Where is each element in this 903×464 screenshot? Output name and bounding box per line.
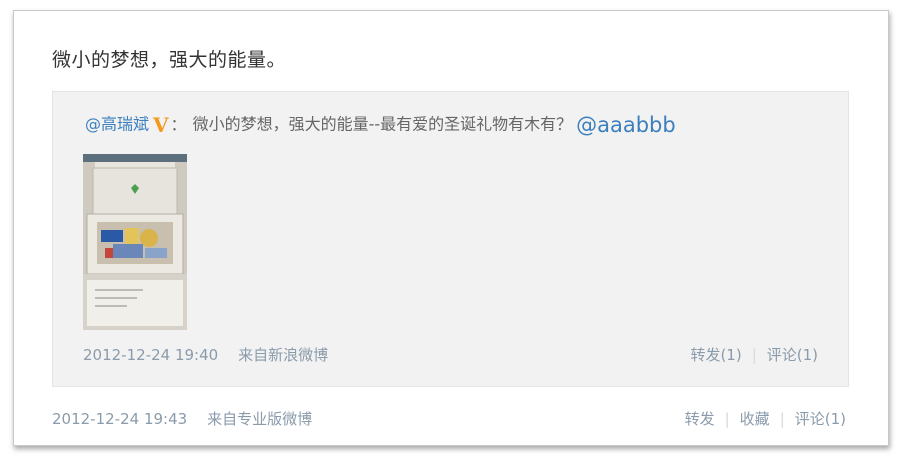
repost-content-line: @高瑞斌 V：微小的梦想，强大的能量--最有爱的圣诞礼物有木有？ @aaabbb (85, 112, 676, 137)
action-divider: | (724, 410, 730, 428)
repost-text: 微小的梦想，强大的能量--最有爱的圣诞礼物有木有？ (192, 114, 573, 134)
post-actions: 转发 | 收藏 | 评论(1) (685, 408, 846, 429)
repost-actions: 转发(1) | 评论(1) (690, 344, 818, 365)
post-timestamp-link[interactable]: 2012-12-24 19:43 (52, 410, 187, 428)
post-source-link[interactable]: 来自专业版微博 (207, 410, 312, 428)
repost-timestamp-link[interactable]: 2012-12-24 19:40 (83, 346, 218, 364)
gift-box-photo-image (83, 154, 187, 330)
post-comment-link[interactable]: 评论(1) (795, 410, 846, 428)
repost-forward-link[interactable]: 转发(1) (690, 346, 741, 364)
post-meta: 2012-12-24 19:43 来自专业版微博 (52, 408, 332, 429)
post-text: 微小的梦想，强大的能量。 (52, 49, 287, 71)
verified-badge-icon[interactable]: V (153, 115, 169, 135)
repost-meta: 2012-12-24 19:40 来自新浪微博 (83, 344, 348, 365)
repost-colon: ： (170, 114, 187, 134)
mention-link[interactable]: @aaabbb (576, 113, 676, 137)
weibo-post-card: 微小的梦想，强大的能量。 @高瑞斌 V：微小的梦想，强大的能量--最有爱的圣诞礼物… (13, 10, 889, 446)
reposted-weibo: @高瑞斌V：微小的梦想，强大的能量--最有爱的圣诞礼物有木有？@aaabbb (52, 91, 849, 387)
repost-source-link[interactable]: 来自新浪微博 (238, 346, 328, 364)
post-forward-link[interactable]: 转发 (685, 410, 715, 428)
repost-author-link[interactable]: @高瑞斌 (85, 115, 149, 134)
repost-comment-link[interactable]: 评论(1) (767, 346, 818, 364)
action-divider: | (751, 346, 757, 364)
repost-photo-thumbnail[interactable] (83, 154, 187, 330)
post-favorite-link[interactable]: 收藏 (740, 410, 770, 428)
action-divider: | (779, 410, 785, 428)
